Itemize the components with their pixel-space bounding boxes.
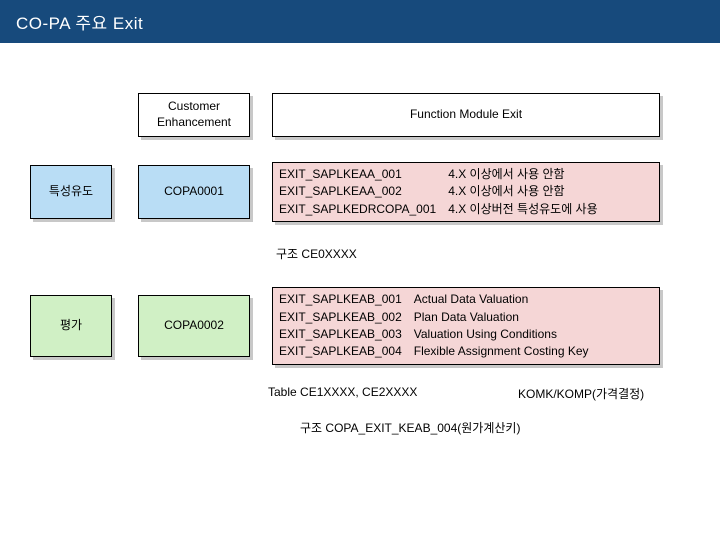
enhancement-box-copa0002: COPA0002 xyxy=(138,295,250,357)
enhancement-box-copa0001: COPA0001 xyxy=(138,165,250,219)
fm-name: EXIT_SAPLKEAB_004 xyxy=(279,343,402,360)
table-note-left: Table CE1XXXX, CE2XXXX xyxy=(268,385,417,399)
struct-note-copa-exit: 구조 COPA_EXIT_KEAB_004(원가계산키) xyxy=(300,419,520,436)
fm-name: EXIT_SAPLKEAA_002 xyxy=(279,183,436,200)
table-note-right: KOMK/KOMP(가격결정) xyxy=(518,385,644,402)
header-function-module-exit: Function Module Exit xyxy=(272,93,660,137)
fm-name: EXIT_SAPLKEAB_001 xyxy=(279,291,402,308)
fm-name: EXIT_SAPLKEAA_001 xyxy=(279,166,436,183)
fm-name: EXIT_SAPLKEAB_003 xyxy=(279,326,402,343)
header-customer-enhancement: Customer Enhancement xyxy=(138,93,250,137)
fm-name: EXIT_SAPLKEAB_002 xyxy=(279,309,402,326)
function-module-box-row1: EXIT_SAPLKEAA_001 EXIT_SAPLKEAA_002 EXIT… xyxy=(272,162,660,222)
fm-name: EXIT_SAPLKEDRCOPA_001 xyxy=(279,201,436,218)
function-module-box-row2: EXIT_SAPLKEAB_001 EXIT_SAPLKEAB_002 EXIT… xyxy=(272,287,660,365)
fm-descs-row2: Actual Data Valuation Plan Data Valuatio… xyxy=(414,291,653,361)
fm-names-row2: EXIT_SAPLKEAB_001 EXIT_SAPLKEAB_002 EXIT… xyxy=(279,291,402,361)
category-box-characteristic-derivation: 특성유도 xyxy=(30,165,112,219)
page-title: CO-PA 주요 Exit xyxy=(0,0,720,43)
category-box-valuation: 평가 xyxy=(30,295,112,357)
fm-names-row1: EXIT_SAPLKEAA_001 EXIT_SAPLKEAA_002 EXIT… xyxy=(279,166,436,218)
fm-descs-row1: 4.X 이상에서 사용 안함 4.X 이상에서 사용 안함 4.X 이상버전 특… xyxy=(448,166,653,218)
fm-desc: 4.X 이상에서 사용 안함 xyxy=(448,183,653,200)
fm-desc: Plan Data Valuation xyxy=(414,309,653,326)
struct-note-ce0: 구조 CE0XXXX xyxy=(276,245,357,262)
fm-desc: 4.X 이상에서 사용 안함 xyxy=(448,166,653,183)
fm-desc: Actual Data Valuation xyxy=(414,291,653,308)
diagram-canvas: Customer Enhancement Function Module Exi… xyxy=(0,43,720,523)
fm-desc: 4.X 이상버전 특성유도에 사용 xyxy=(448,201,653,218)
title-text: CO-PA 주요 Exit xyxy=(16,14,143,33)
fm-desc: Valuation Using Conditions xyxy=(414,326,653,343)
fm-desc: Flexible Assignment Costing Key xyxy=(414,343,653,360)
